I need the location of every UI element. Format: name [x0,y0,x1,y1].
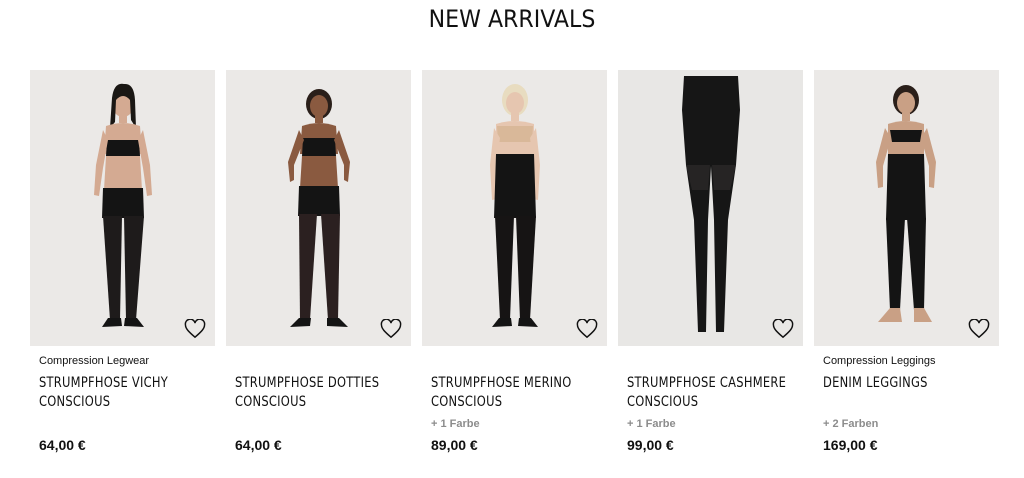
product-image[interactable] [422,70,607,346]
tights-packshot [682,76,740,332]
model-figure [288,89,350,327]
product-name[interactable]: STRUMPFHOSE DOTTIES CONSCIOUS [235,374,403,412]
product-colors: + 1 Farbe [627,418,676,430]
product-colors: + 1 Farbe [431,418,480,430]
model-figure [876,85,936,322]
product-colors: + 2 Farben [823,418,879,430]
product-name[interactable]: DENIM LEGGINGS [823,374,991,393]
heart-outline-icon [184,319,206,339]
product-image[interactable] [814,70,999,346]
model-figure [490,84,540,327]
heart-outline-icon [380,319,402,339]
model-figure [94,83,152,327]
product-grid: Compression Legwear STRUMPFHOSE VICHY CO… [30,70,999,470]
heart-outline-icon [772,319,794,339]
product-card[interactable]: Compression Legwear STRUMPFHOSE VICHY CO… [30,70,215,470]
product-price: 64,00 € [235,437,282,453]
wishlist-button[interactable] [968,319,990,339]
section-title: NEW ARRIVALS [428,5,596,33]
product-card[interactable]: STRUMPFHOSE MERINO CONSCIOUS + 1 Farbe 8… [422,70,607,470]
product-name[interactable]: STRUMPFHOSE VICHY CONSCIOUS [39,374,207,412]
product-name[interactable]: STRUMPFHOSE MERINO CONSCIOUS [431,374,599,412]
product-image[interactable] [618,70,803,346]
product-price: 64,00 € [39,437,86,453]
heart-outline-icon [576,319,598,339]
wishlist-button[interactable] [772,319,794,339]
product-category: Compression Leggings [823,355,936,367]
product-image[interactable] [226,70,411,346]
product-category: Compression Legwear [39,355,150,367]
product-price: 99,00 € [627,437,674,453]
wishlist-button[interactable] [184,319,206,339]
product-price: 89,00 € [431,437,478,453]
product-price: 169,00 € [823,437,878,453]
product-card[interactable]: STRUMPFHOSE CASHMERE CONSCIOUS + 1 Farbe… [618,70,803,470]
product-name[interactable]: STRUMPFHOSE CASHMERE CONSCIOUS [627,374,795,412]
product-card[interactable]: STRUMPFHOSE DOTTIES CONSCIOUS 64,00 € [226,70,411,470]
wishlist-button[interactable] [380,319,402,339]
product-card[interactable]: Compression Leggings DENIM LEGGINGS + 2 … [814,70,999,470]
wishlist-button[interactable] [576,319,598,339]
heart-outline-icon [968,319,990,339]
product-image[interactable] [30,70,215,346]
